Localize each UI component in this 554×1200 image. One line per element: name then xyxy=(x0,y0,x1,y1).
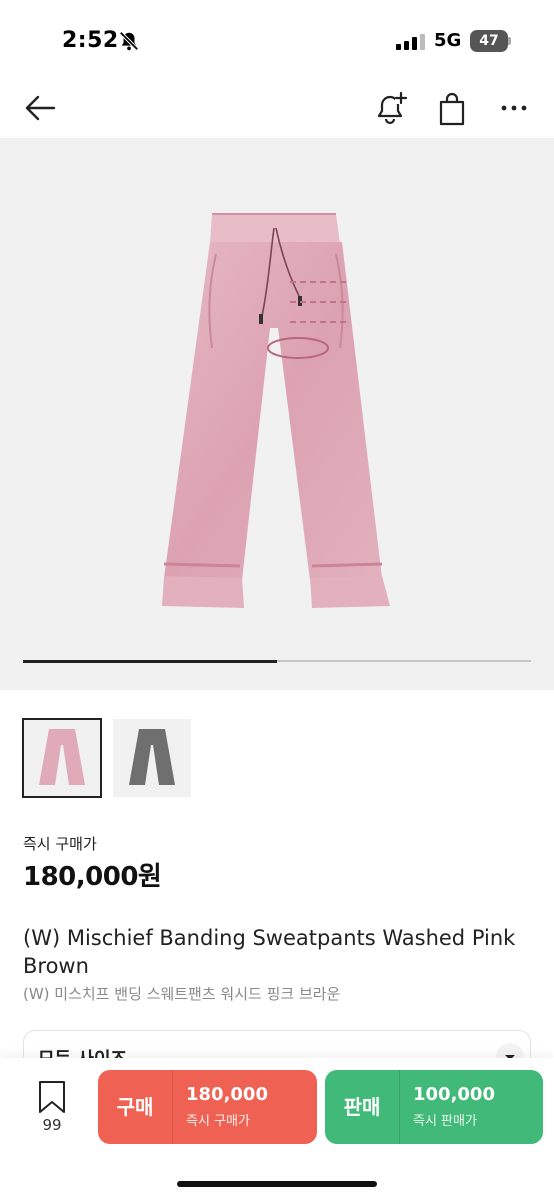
sell-price: 100,000 xyxy=(413,1084,495,1105)
more-dots-icon[interactable] xyxy=(494,88,534,128)
gallery-progress-fill xyxy=(23,659,277,663)
buy-price: 180,000 xyxy=(186,1084,268,1105)
sell-button[interactable]: 판매 100,000 즉시 판매가 xyxy=(325,1070,543,1144)
sell-sub-label: 즉시 판매가 xyxy=(413,1114,477,1129)
product-title-ko: (W) 미스치프 밴딩 스웨트팬츠 워시드 핑크 브라운 xyxy=(23,985,341,1003)
bottom-action-bar: 99 구매 180,000 즉시 구매가 판매 100,000 즉시 판매가 xyxy=(0,1058,554,1200)
shopping-bag-icon[interactable] xyxy=(432,88,472,128)
thumbnail-pink[interactable] xyxy=(22,718,102,798)
thumbnail-pink-image xyxy=(39,729,85,785)
sell-label: 판매 xyxy=(343,1095,381,1119)
product-image[interactable] xyxy=(0,138,554,690)
thumbnail-gray-image xyxy=(129,729,175,785)
bookmark-icon xyxy=(39,1081,65,1113)
battery-indicator: 47 xyxy=(470,30,508,52)
home-indicator xyxy=(177,1181,377,1187)
sell-divider xyxy=(399,1070,400,1144)
status-bar: 2:52 5G 47 xyxy=(0,0,554,80)
buy-sub-label: 즉시 구매가 xyxy=(186,1114,250,1129)
buy-label: 구매 xyxy=(116,1095,154,1119)
bell-off-icon xyxy=(119,31,139,51)
wishlist-button[interactable]: 99 xyxy=(30,1080,74,1140)
buy-button[interactable]: 구매 180,000 즉시 구매가 xyxy=(98,1070,317,1144)
gallery-progress xyxy=(23,659,531,663)
buy-divider xyxy=(172,1070,173,1144)
price-label: 즉시 구매가 xyxy=(23,835,97,853)
status-time: 2:52 xyxy=(62,28,119,53)
thumbnail-gray[interactable] xyxy=(113,719,191,797)
signal-icon xyxy=(396,34,425,50)
product-title-en: (W) Mischief Banding Sweatpants Washed P… xyxy=(23,926,516,978)
wishlist-count: 99 xyxy=(42,1116,62,1134)
network-type: 5G xyxy=(434,30,462,51)
bell-plus-icon[interactable] xyxy=(370,88,410,128)
sweatpants-image xyxy=(162,213,390,608)
back-arrow-icon[interactable] xyxy=(20,88,60,128)
price-value: 180,000원 xyxy=(23,862,162,892)
top-nav xyxy=(0,80,554,136)
battery-nub xyxy=(508,37,511,45)
